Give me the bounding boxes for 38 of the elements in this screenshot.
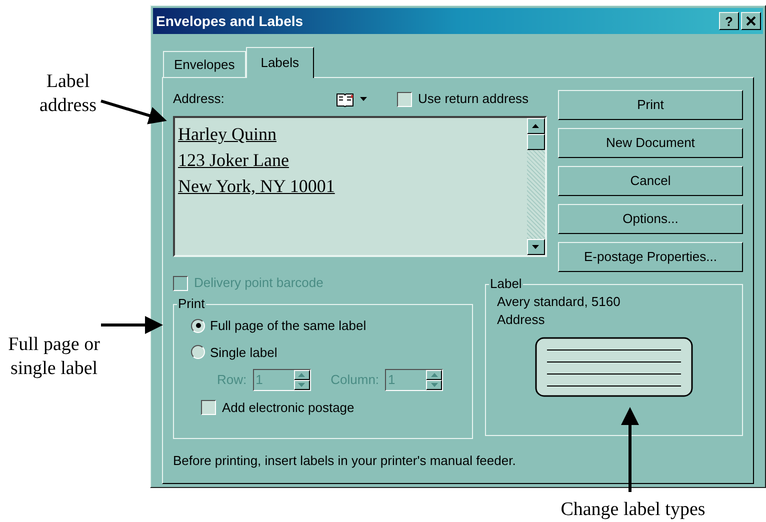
dialog-button[interactable]: Cancel: [558, 166, 743, 196]
tab[interactable]: Envelopes: [163, 51, 246, 77]
label-description: Address: [497, 311, 546, 329]
radio-button[interactable]: Full page of the same label: [191, 316, 366, 336]
label-preview-icon: [535, 337, 693, 397]
callout-label: Full page or single label: [7, 333, 101, 381]
tab[interactable]: Labels: [246, 47, 314, 78]
down-arrow-icon: [532, 245, 540, 249]
radio-button[interactable]: Single label: [191, 342, 278, 362]
dialog-button[interactable]: Options...: [558, 204, 743, 234]
callout-arrow: [101, 316, 163, 334]
label-description: Avery standard, 5160: [497, 293, 622, 311]
scroll-thumb[interactable]: [526, 134, 545, 150]
address-line: New York, NY 10001: [178, 175, 336, 198]
window-title: Envelopes and Labels: [156, 12, 304, 31]
address-label: Address:: [173, 90, 226, 108]
callout-label: Label address: [38, 70, 98, 118]
address-book-button[interactable]: [336, 92, 367, 106]
caret-icon: [360, 97, 367, 101]
up-arrow-icon: [532, 124, 540, 128]
close-button[interactable]: [741, 12, 761, 30]
dialog-button[interactable]: Print: [558, 90, 743, 120]
callout-arrow: [100, 100, 167, 124]
address-line: 123 Joker Lane: [178, 149, 290, 172]
spin-label: Row:: [217, 371, 247, 390]
callout-label: Change label types: [560, 498, 706, 522]
close-icon: [746, 16, 756, 26]
scrollbar[interactable]: [526, 118, 545, 255]
footer-note: Before printing, insert labels in your printer's manual feeder.: [173, 452, 517, 470]
address-line: Harley Quinn: [178, 123, 278, 146]
help-button[interactable]: ?: [719, 12, 739, 30]
address-book-icon: [336, 92, 354, 106]
use-return-address-checkbox[interactable]: Use return address: [397, 89, 529, 109]
dialog-button[interactable]: E-postage Properties...: [558, 242, 743, 272]
address-field[interactable]: Harley Quinn 123 Joker Lane New York, NY 10001: [173, 116, 547, 257]
add-electronic-postage-checkbox[interactable]: Add electronic postage: [201, 398, 354, 418]
spin-label: Column:: [330, 371, 380, 390]
dialog-button[interactable]: New Document: [558, 128, 743, 158]
